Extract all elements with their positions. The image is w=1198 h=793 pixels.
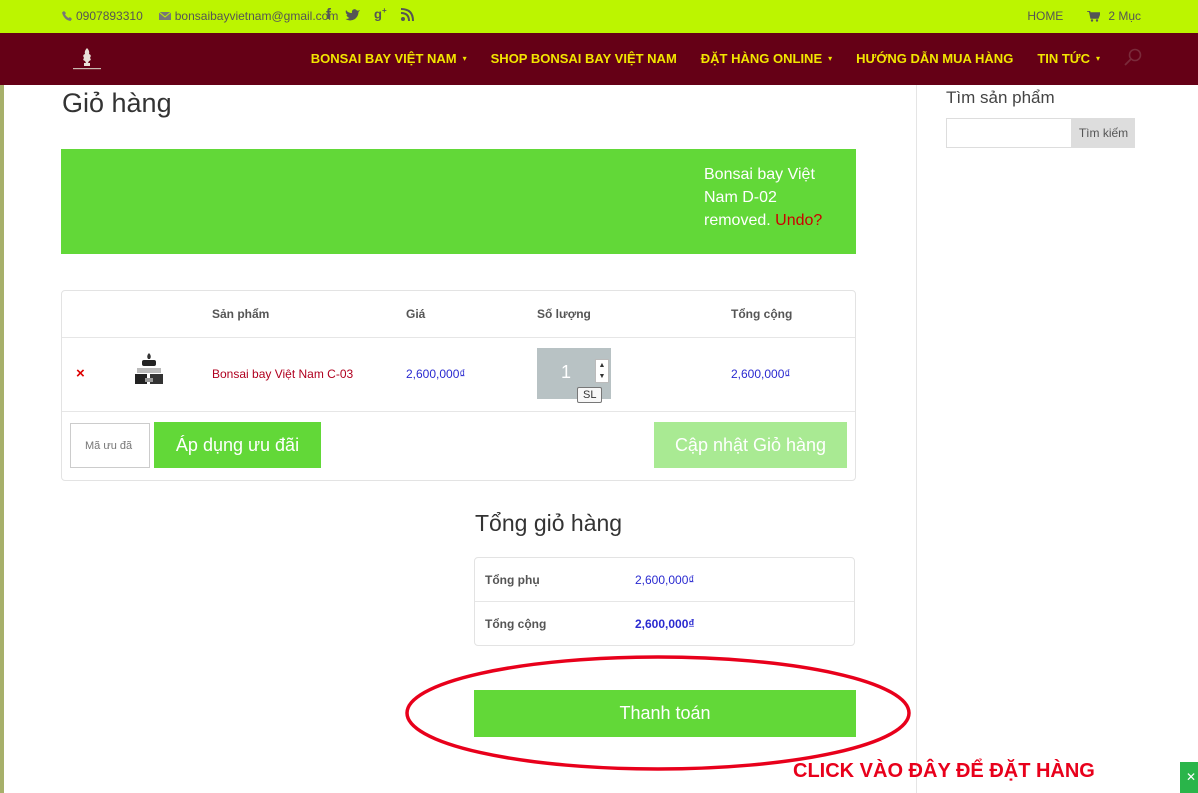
total-value: 2,600,000₫ [635,617,695,631]
quantity-tooltip: SL [577,387,603,403]
annotation-text: CLICK VÀO ĐÂY ĐỂ ĐẶT HÀNG [793,760,1095,782]
cart-table: Sản phẩm Giá Số lượng Tổng cộng × Bonsai… [61,290,856,481]
header-price: Giá [406,307,426,321]
social-links: f g+ [326,6,414,23]
cart-icon [1087,10,1101,22]
caret-down-icon[interactable]: ▼ [596,371,608,382]
cart-link[interactable]: 2 Mục [1087,9,1141,23]
cart-totals-title: Tổng giỏ hàng [475,510,623,536]
facebook-icon[interactable]: f [326,6,331,23]
nav-menu: BONSAI BAY VIỆT NAM ▾ SHOP BONSAI BAY VIỆ… [311,51,1100,66]
header-total: Tổng cộng [731,307,793,321]
row-divider [475,601,854,602]
coupon-input[interactable] [70,423,150,468]
close-icon[interactable]: ✕ [1180,762,1198,793]
topbar-right: HOME 2 Mục [1027,9,1141,23]
sidebar-divider [916,85,917,793]
chevron-down-icon: ▾ [828,54,833,63]
email-address: bonsaibayvietnam@gmail.com [174,9,339,23]
undo-link[interactable]: Undo? [775,212,822,229]
caret-up-icon[interactable]: ▲ [596,360,608,371]
contact-info: 0907893310 bonsaibayvietnam@gmail.com [62,9,338,23]
row-divider [62,411,855,412]
nav-item-tin-tuc[interactable]: TIN TỨC ▾ [1037,51,1100,66]
product-search-button[interactable]: Tìm kiếm [1072,118,1135,148]
page-title: Giỏ hàng [62,88,172,118]
product-price: 2,600,000₫ [406,367,466,381]
row-divider [62,337,855,338]
phone-number: 0907893310 [76,9,143,23]
notice-message: Bonsai bay Việt Nam D-02 removed. Undo? [704,163,844,232]
subtotal-value: 2,600,000₫ [635,573,695,587]
site-logo[interactable] [70,46,104,72]
nav-item-dat-hang-online[interactable]: ĐẶT HÀNG ONLINE ▾ [701,51,832,66]
rss-icon[interactable] [400,8,414,21]
twitter-icon[interactable] [345,8,360,22]
highlight-ellipse [405,655,911,771]
nav-item-huong-dan[interactable]: HƯỚNG DẪN MUA HÀNG [856,51,1013,66]
product-thumbnail[interactable] [134,351,164,387]
envelope-icon [158,11,171,20]
quantity-spinner[interactable]: ▲ ▼ [595,359,609,383]
total-label: Tổng cộng [485,617,547,631]
subtotal-label: Tổng phụ [485,573,540,587]
email-contact[interactable]: bonsaibayvietnam@gmail.com [158,9,339,23]
top-bar: 0907893310 bonsaibayvietnam@gmail.com f … [0,0,1198,33]
product-name-link[interactable]: Bonsai bay Việt Nam C-03 [212,367,353,381]
left-edge-bar [0,85,4,793]
apply-coupon-button[interactable]: Áp dụng ưu đãi [154,422,321,468]
removed-notice: Bonsai bay Việt Nam D-02 removed. Undo? [61,149,856,254]
google-plus-icon[interactable]: g+ [374,6,387,23]
phone-contact[interactable]: 0907893310 [62,9,143,23]
product-search-input[interactable] [946,118,1072,148]
cart-count: 2 Mục [1108,9,1141,23]
cart-totals-table: Tổng phụ 2,600,000₫ Tổng cộng 2,600,000₫ [474,557,855,646]
home-link[interactable]: HOME [1027,9,1063,23]
nav-item-shop[interactable]: SHOP BONSAI BAY VIỆT NAM [491,51,677,66]
header-product: Sản phẩm [212,307,270,321]
chevron-down-icon: ▾ [1095,54,1100,63]
update-cart-button[interactable]: Cập nhật Giỏ hàng [654,422,847,468]
chevron-down-icon: ▾ [462,54,467,63]
main-navigation: BONSAI BAY VIỆT NAM ▾ SHOP BONSAI BAY VIỆ… [0,33,1198,85]
quantity-value: 1 [561,362,572,382]
header-quantity: Số lượng [537,307,591,321]
nav-item-bonsai-bay-viet-nam[interactable]: BONSAI BAY VIỆT NAM ▾ [311,51,467,66]
product-line-total: 2,600,000₫ [731,367,791,381]
sidebar-search-title: Tìm sản phẩm [946,88,1055,107]
search-icon[interactable] [1124,48,1142,66]
phone-icon [62,11,72,21]
remove-item-button[interactable]: × [76,365,85,382]
